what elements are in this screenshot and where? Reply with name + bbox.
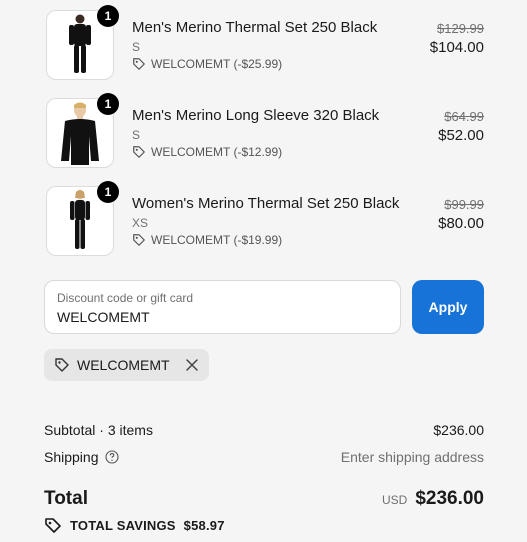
item-original-price: $99.99 (444, 197, 484, 212)
item-price: $52.00 (438, 127, 484, 144)
savings-tag-icon (45, 518, 61, 533)
total-label: Total (44, 488, 88, 509)
total-savings: TOTAL SAVINGS $58.97 (44, 516, 225, 534)
tag-icon (55, 358, 69, 372)
item-price: $80.00 (438, 215, 484, 232)
product-image-man-thermal-set (69, 14, 91, 73)
product-thumbnail: 1 (46, 181, 119, 256)
quantity-badge: 1 (97, 93, 119, 115)
item-title: Men's Merino Long Sleeve 320 Black (132, 107, 380, 124)
item-discount: WELCOMEMT (-$25.99) (132, 57, 282, 71)
item-original-price: $64.99 (444, 109, 484, 124)
discount-code-label: Discount code or gift card (57, 291, 194, 305)
discount-code-row: Discount code or gift card WELCOMEMT App… (44, 280, 484, 334)
applied-discount-code: WELCOMEMT (77, 357, 170, 373)
tag-icon (133, 146, 145, 158)
item-variant: S (132, 40, 141, 54)
applied-discount-chip: WELCOMEMT (44, 349, 209, 381)
product-thumbnail: 1 (46, 93, 119, 168)
shipping-row: Shipping Enter shipping address (44, 447, 484, 474)
order-summary: Subtotal · 3 items $236.00 Shipping Ente… (44, 420, 484, 474)
item-discount: WELCOMEMT (-$19.99) (132, 233, 282, 247)
item-variant: S (132, 128, 141, 142)
shipping-label: Shipping (44, 449, 99, 465)
tag-icon (133, 234, 145, 246)
item-variant: XS (132, 216, 149, 230)
quantity-badge: 1 (97, 181, 119, 203)
shipping-value: Enter shipping address (340, 449, 484, 465)
quantity-badge: 1 (97, 5, 119, 27)
item-price: $104.00 (429, 39, 484, 56)
item-title: Women's Merino Thermal Set 250 Black (132, 195, 400, 212)
subtotal-label: Subtotal · 3 items (44, 422, 153, 438)
discount-code-input[interactable]: Discount code or gift card WELCOMEMT (44, 280, 401, 334)
close-icon[interactable] (185, 358, 199, 372)
item-discount-text: WELCOMEMT (-$12.99) (151, 145, 283, 159)
currency-code: USD (381, 493, 408, 507)
total-value: $236.00 (415, 488, 484, 509)
savings-label: TOTAL SAVINGS (70, 517, 176, 533)
product-thumbnail: 1 (46, 5, 119, 80)
subtotal-value: $236.00 (433, 422, 484, 438)
subtotal-row: Subtotal · 3 items $236.00 (44, 420, 484, 447)
item-discount: WELCOMEMT (-$12.99) (132, 145, 282, 159)
product-image-man-long-sleeve (61, 102, 99, 165)
shipping-label-group: Shipping (44, 449, 119, 465)
savings-value: $58.97 (183, 517, 225, 533)
order-items-list: 1 Men's Merino Thermal Set 250 Black S W… (44, 5, 484, 274)
item-title: Men's Merino Thermal Set 250 Black (132, 19, 378, 36)
total-amount-group: USD $236.00 (382, 488, 484, 510)
cart-line-item: 1 Women's Merino Thermal Set 250 Black X… (44, 181, 484, 274)
cart-line-item: 1 Men's Merino Thermal Set 250 Black S W… (44, 5, 484, 98)
help-circle-icon[interactable] (104, 450, 119, 464)
discount-code-value[interactable]: WELCOMEMT (57, 309, 150, 325)
tag-icon (133, 58, 145, 70)
apply-button[interactable]: Apply (412, 280, 484, 334)
cart-line-item: 1 Men's Merino Long Sleeve 320 Black S W… (44, 93, 484, 186)
item-discount-text: WELCOMEMT (-$25.99) (151, 57, 283, 71)
item-discount-text: WELCOMEMT (-$19.99) (151, 233, 283, 247)
product-image-woman-thermal-set (70, 190, 90, 249)
total-row: Total USD $236.00 (44, 486, 484, 516)
item-original-price: $129.99 (437, 21, 484, 36)
